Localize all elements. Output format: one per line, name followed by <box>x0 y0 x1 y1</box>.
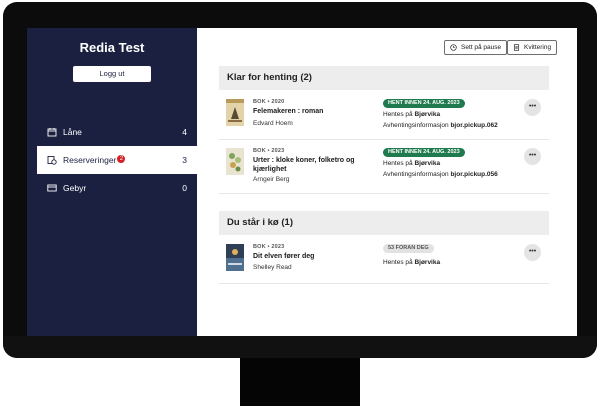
pickup-code: Avhentingsinformasjon bjor.pickup.056 <box>383 171 498 178</box>
clock-icon <box>450 44 457 51</box>
pickup-location: Hentes på Bjørvika <box>383 160 441 167</box>
card-icon <box>47 183 57 193</box>
pickup-code: Avhentingsinformasjon bjor.pickup.062 <box>383 122 498 129</box>
book-type: BOK • 2023 <box>253 148 285 154</box>
sidebar: Redia Test Logg ut Låne 4 Reserveringer 2… <box>27 28 197 336</box>
pause-button-label: Sett på pause <box>461 44 502 51</box>
monitor-stand <box>240 358 360 406</box>
sidebar-item-lane[interactable]: Låne 4 <box>27 118 197 146</box>
status-badge: HENT INNEN 24. AUG. 2023 <box>383 99 465 108</box>
sidebar-item-label: Reserveringer 2 <box>63 154 182 166</box>
status-badge: HENT INNEN 24. AUG. 2023 <box>383 148 465 157</box>
pickup-location: Hentes på Bjørvika <box>383 259 441 266</box>
calendar-icon <box>47 127 57 137</box>
section-heading-ready: Klar for henting (2) <box>219 66 549 90</box>
book-cover[interactable] <box>226 244 244 271</box>
book-title[interactable]: Urter : kloke koner, folketro og kjærlig… <box>253 156 383 174</box>
monitor-frame: Redia Test Logg ut Låne 4 Reserveringer 2… <box>3 2 597 358</box>
queue-badge: 53 FORAN DEG <box>383 244 434 253</box>
book-cover[interactable] <box>226 148 244 175</box>
user-name: Redia Test <box>79 40 145 55</box>
screen: Redia Test Logg ut Låne 4 Reserveringer 2… <box>27 28 577 336</box>
book-type: BOK • 2020 <box>253 99 285 105</box>
book-author: Arngeir Berg <box>253 176 290 183</box>
pause-button[interactable]: Sett på pause <box>444 40 508 55</box>
book-cover[interactable] <box>226 99 244 126</box>
pickup-location: Hentes på Bjørvika <box>383 111 441 118</box>
sidebar-item-count: 4 <box>182 127 187 137</box>
main-content: Sett på pause Kvittering Klar for hentin… <box>197 28 577 336</box>
sidebar-item-count: 3 <box>182 155 187 165</box>
list-item: BOK • 2023 Urter : kloke koner, folketro… <box>219 140 549 194</box>
reservation-icon <box>47 155 57 165</box>
receipt-icon <box>513 44 520 51</box>
book-author: Edvard Hoem <box>253 120 293 127</box>
sidebar-item-count: 0 <box>182 183 187 193</box>
receipt-button-label: Kvittering <box>524 44 552 51</box>
more-options-button[interactable]: ••• <box>524 244 541 261</box>
notification-badge: 2 <box>117 154 126 163</box>
section-heading-queue: Du står i kø (1) <box>219 211 549 235</box>
sidebar-item-gebyr[interactable]: Gebyr 0 <box>27 174 197 202</box>
book-title[interactable]: Felemakeren : roman <box>253 107 353 116</box>
sidebar-item-label: Låne <box>63 127 82 137</box>
logout-button[interactable]: Logg ut <box>73 66 151 82</box>
sidebar-item-label: Gebyr <box>63 183 87 193</box>
sidebar-item-reserveringer[interactable]: Reserveringer 2 3 <box>37 146 197 174</box>
book-title[interactable]: Dit elven fører deg <box>253 252 353 261</box>
more-options-button[interactable]: ••• <box>524 99 541 116</box>
more-options-button[interactable]: ••• <box>524 148 541 165</box>
receipt-button[interactable]: Kvittering <box>507 40 558 55</box>
book-author: Shelley Read <box>253 264 292 271</box>
list-item: BOK • 2023 Dit elven fører deg Shelley R… <box>219 237 549 284</box>
book-type: BOK • 2023 <box>253 244 285 250</box>
list-item: BOK • 2020 Felemakeren : roman Edvard Ho… <box>219 92 549 140</box>
monitor-chin <box>3 336 597 358</box>
